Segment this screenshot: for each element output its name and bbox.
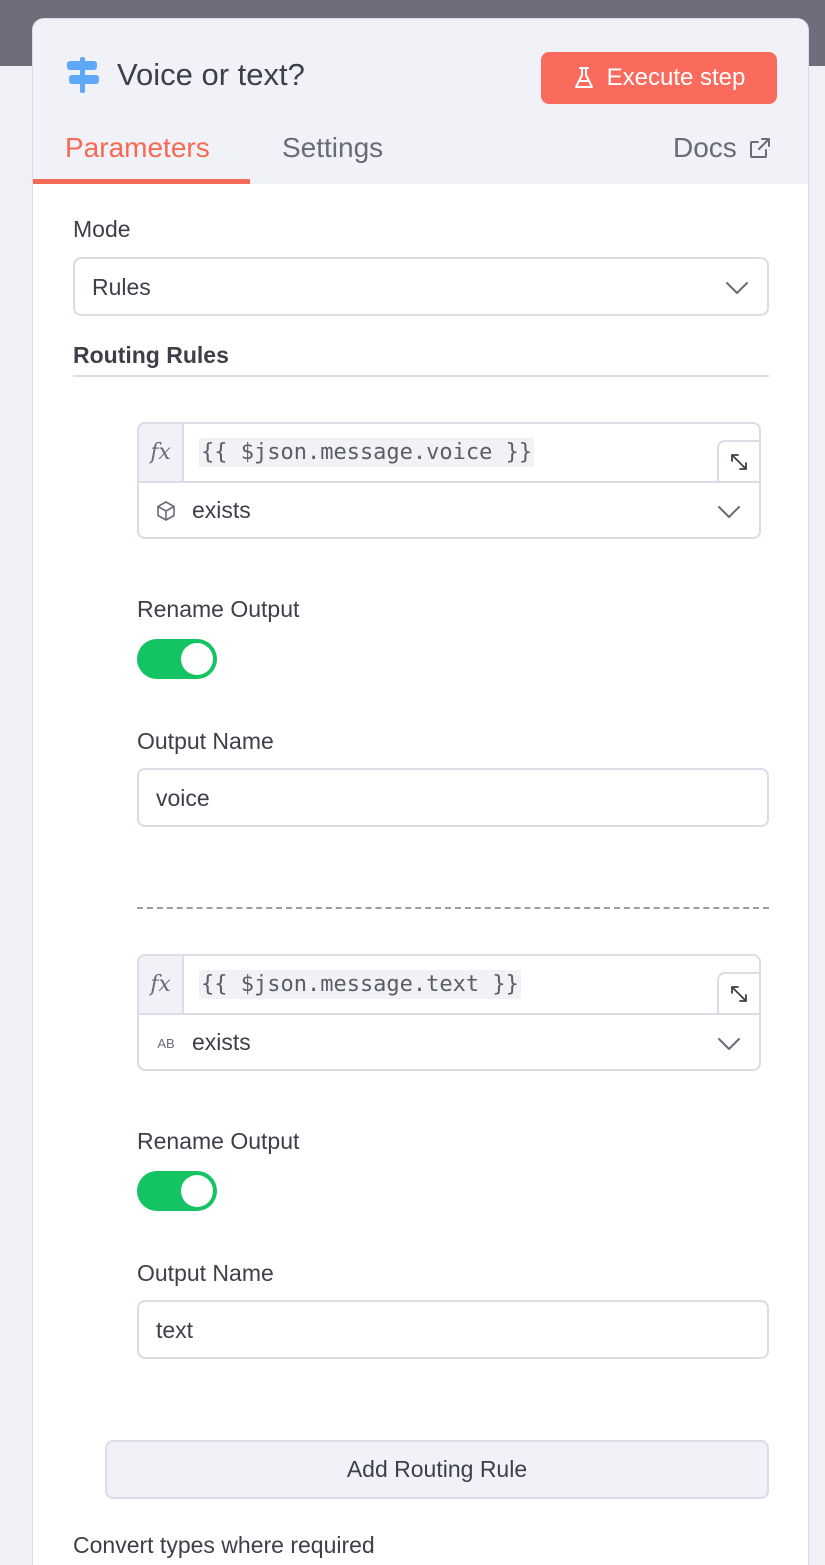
toggle-knob <box>181 643 213 675</box>
mode-select[interactable]: Rules <box>73 257 769 316</box>
expand-editor-button[interactable] <box>717 972 759 1013</box>
mode-select-value: Rules <box>92 274 151 300</box>
rename-output-label: Rename Output <box>137 596 300 622</box>
output-name-label: Output Name <box>137 1260 274 1286</box>
docs-link[interactable]: Docs <box>673 132 771 164</box>
expand-icon <box>731 985 747 1002</box>
flask-icon <box>574 67 593 88</box>
condition-divider <box>139 481 759 483</box>
mode-label: Mode <box>73 216 131 242</box>
active-tab-indicator <box>33 179 250 184</box>
rename-output-label: Rename Output <box>137 1128 300 1154</box>
operator-select-value[interactable]: exists <box>192 497 251 524</box>
execute-step-button[interactable]: Execute step <box>541 52 777 104</box>
condition-row-2: fx {{ $json.message.text }} AB exists <box>137 954 761 1071</box>
add-routing-rule-button[interactable]: Add Routing Rule <box>105 1440 769 1499</box>
chevron-down-icon[interactable] <box>717 505 741 519</box>
fx-icon[interactable]: fx <box>139 424 184 481</box>
panel-header: Voice or text? Execute step Parameters S… <box>33 19 808 184</box>
output-name-label: Output Name <box>137 728 274 754</box>
condition-divider <box>139 1013 759 1015</box>
condition-expression-2[interactable]: {{ $json.message.text }} <box>199 970 521 999</box>
external-link-icon <box>749 138 770 158</box>
expand-icon <box>731 453 747 470</box>
rename-output-toggle[interactable] <box>137 639 217 679</box>
routing-rules-title: Routing Rules <box>73 342 229 368</box>
chevron-down-icon <box>726 282 748 294</box>
output-name-input[interactable]: text <box>137 1300 769 1359</box>
output-name-value: text <box>156 1317 194 1343</box>
node-settings-panel: Voice or text? Execute step Parameters S… <box>32 18 809 1565</box>
fx-icon[interactable]: fx <box>139 956 184 1013</box>
condition-row-1: fx {{ $json.message.voice }} exists <box>137 422 761 539</box>
signpost-icon <box>67 57 99 93</box>
rename-output-toggle[interactable] <box>137 1171 217 1211</box>
docs-label: Docs <box>673 132 737 163</box>
node-title: Voice or text? <box>117 57 305 92</box>
cube-icon <box>157 501 175 521</box>
tab-parameters[interactable]: Parameters <box>65 132 210 164</box>
output-name-input[interactable]: voice <box>137 768 769 827</box>
expand-editor-button[interactable] <box>717 440 759 481</box>
rule-separator <box>137 907 769 909</box>
execute-step-label: Execute step <box>606 64 746 91</box>
output-name-value: voice <box>156 785 210 811</box>
condition-expression-1[interactable]: {{ $json.message.voice }} <box>199 438 535 467</box>
tab-settings[interactable]: Settings <box>282 132 383 164</box>
chevron-down-icon[interactable] <box>717 1037 741 1051</box>
toggle-knob <box>181 1175 213 1207</box>
routing-rules-divider <box>73 375 769 377</box>
operator-select-value[interactable]: exists <box>192 1029 251 1056</box>
string-type-icon: AB <box>157 1035 175 1051</box>
convert-types-label: Convert types where required <box>73 1532 375 1558</box>
